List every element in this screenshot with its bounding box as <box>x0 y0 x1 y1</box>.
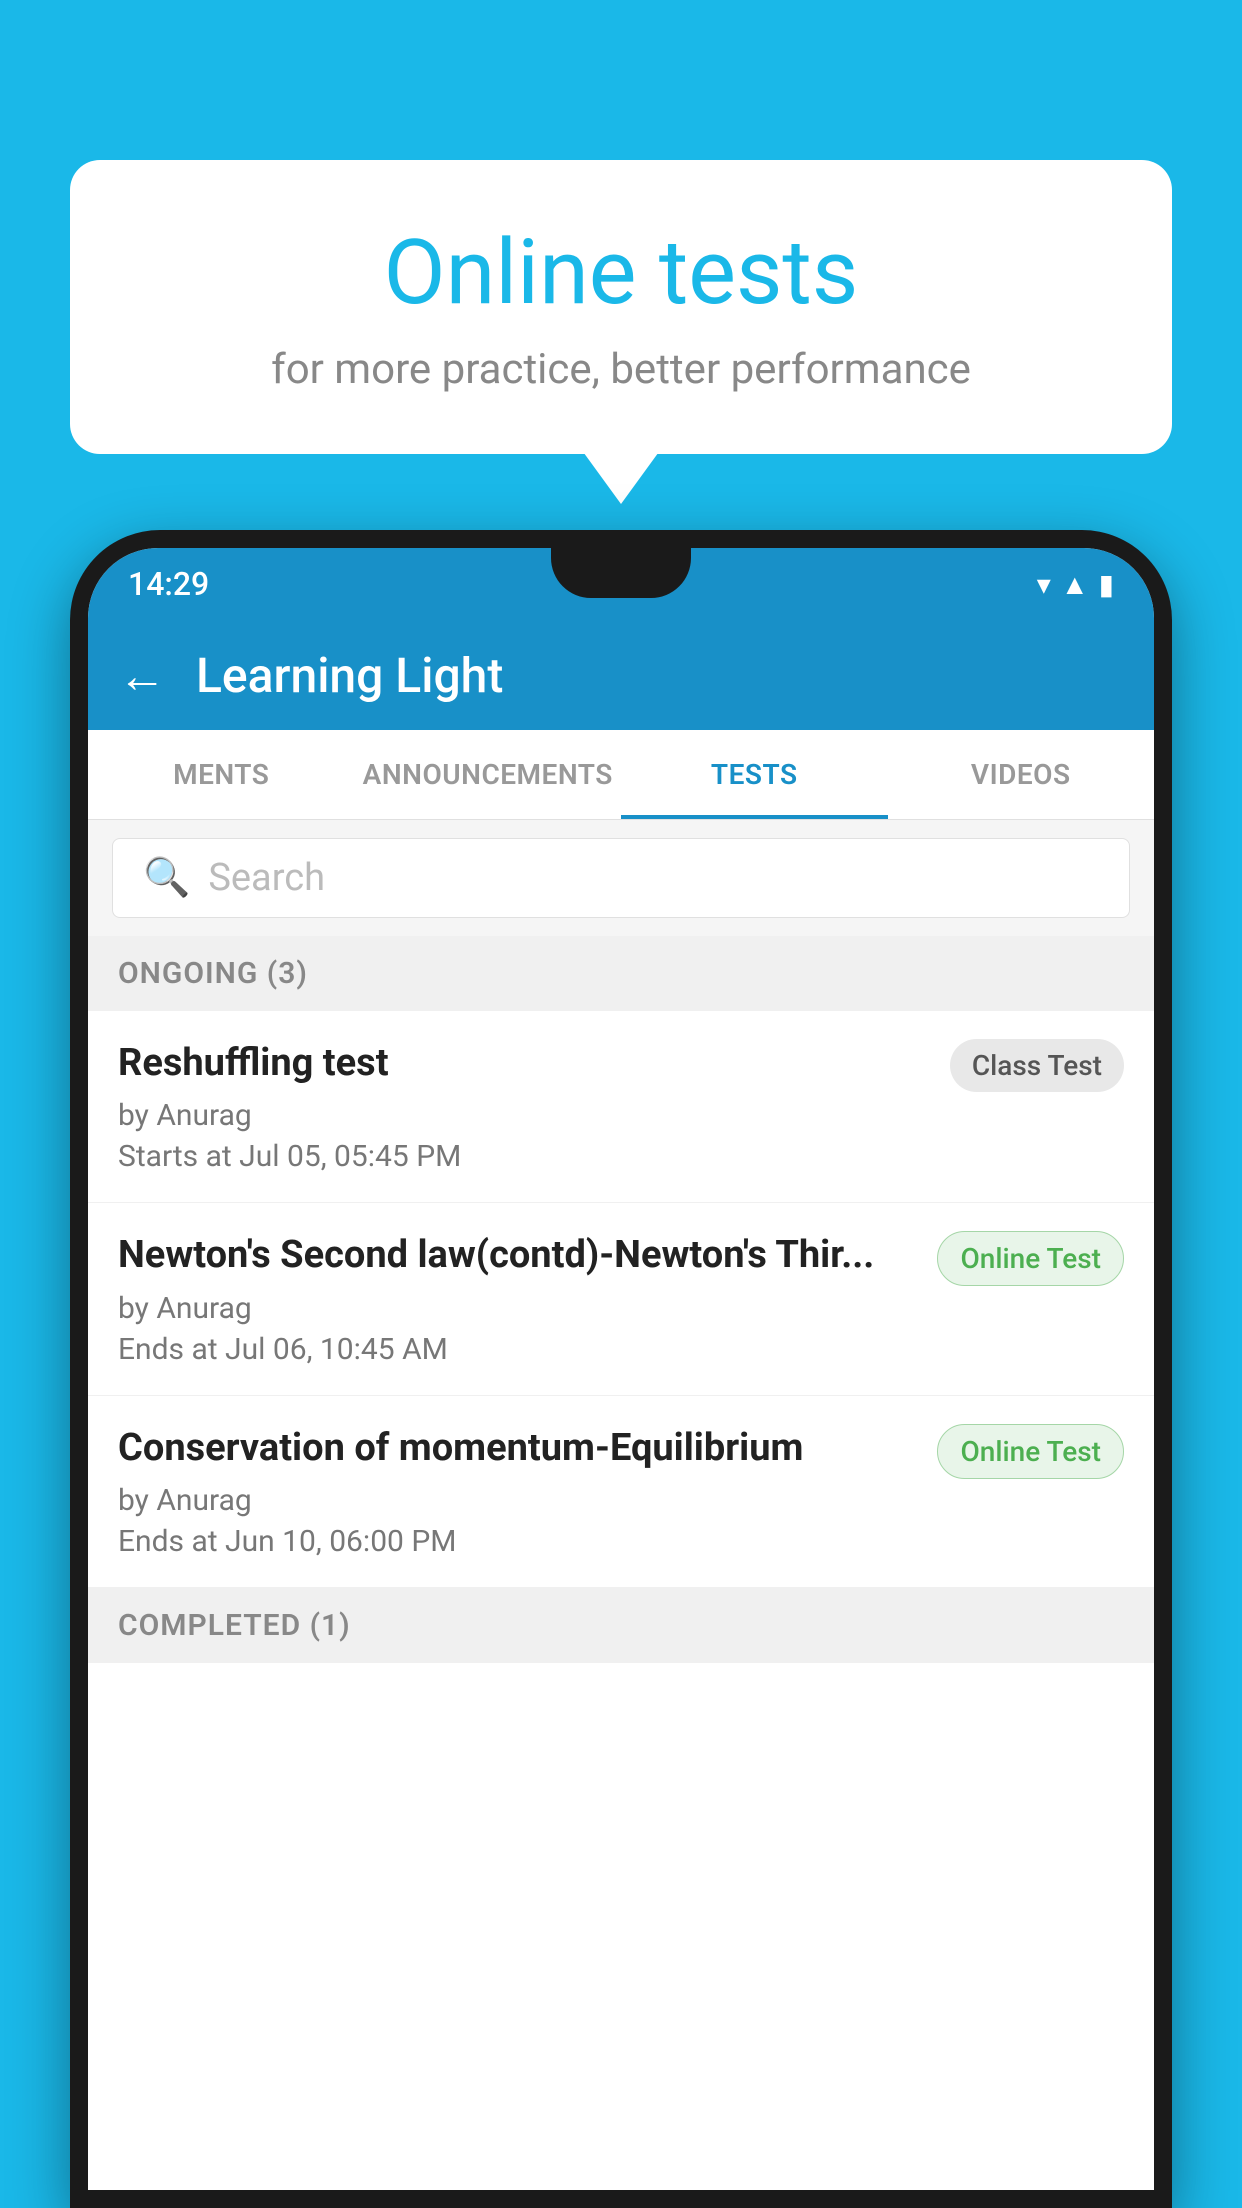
tab-videos[interactable]: VIDEOS <box>888 730 1155 819</box>
test-badge-online: Online Test <box>937 1231 1124 1286</box>
test-badge-class: Class Test <box>950 1039 1124 1092</box>
ongoing-section-header: ONGOING (3) <box>88 936 1154 1011</box>
tab-tests[interactable]: TESTS <box>621 730 888 819</box>
test-author: by Anurag <box>118 1483 917 1518</box>
search-placeholder: Search <box>208 856 325 900</box>
test-badge-online-2: Online Test <box>937 1424 1124 1479</box>
signal-icon: ▲ <box>1061 568 1089 601</box>
test-title: Reshuffling test <box>118 1039 930 1088</box>
test-date: Ends at Jun 10, 06:00 PM <box>118 1524 917 1559</box>
battery-icon: ▮ <box>1099 568 1114 601</box>
status-icons: ▾ ▲ ▮ <box>1037 568 1114 601</box>
tab-ments[interactable]: MENTS <box>88 730 355 819</box>
app-bar: ← Learning Light <box>88 620 1154 730</box>
status-bar: 14:29 ▾ ▲ ▮ <box>88 548 1154 620</box>
app-title: Learning Light <box>196 647 503 704</box>
test-item[interactable]: Reshuffling test by Anurag Starts at Jul… <box>88 1011 1154 1203</box>
search-bar[interactable]: 🔍 Search <box>112 838 1130 918</box>
bubble-title: Online tests <box>150 220 1092 325</box>
test-title: Newton's Second law(contd)-Newton's Thir… <box>118 1231 917 1280</box>
phone-screen: 14:29 ▾ ▲ ▮ ← Learning Light MENTS ANNOU… <box>88 548 1154 2190</box>
test-info: Conservation of momentum-Equilibrium by … <box>118 1424 917 1559</box>
search-icon: 🔍 <box>143 856 190 900</box>
test-author: by Anurag <box>118 1291 917 1326</box>
test-title: Conservation of momentum-Equilibrium <box>118 1424 917 1473</box>
bubble-subtitle: for more practice, better performance <box>150 345 1092 394</box>
status-time: 14:29 <box>128 565 209 603</box>
speech-bubble: Online tests for more practice, better p… <box>70 160 1172 454</box>
test-item[interactable]: Conservation of momentum-Equilibrium by … <box>88 1396 1154 1588</box>
test-item[interactable]: Newton's Second law(contd)-Newton's Thir… <box>88 1203 1154 1395</box>
test-author: by Anurag <box>118 1098 930 1133</box>
back-button[interactable]: ← <box>118 647 166 704</box>
speech-bubble-container: Online tests for more practice, better p… <box>70 160 1172 454</box>
tabs-bar: MENTS ANNOUNCEMENTS TESTS VIDEOS <box>88 730 1154 820</box>
test-date: Ends at Jul 06, 10:45 AM <box>118 1332 917 1367</box>
notch <box>551 548 691 598</box>
search-container: 🔍 Search <box>88 820 1154 936</box>
test-info: Newton's Second law(contd)-Newton's Thir… <box>118 1231 917 1366</box>
wifi-icon: ▾ <box>1037 568 1051 601</box>
phone-frame: 14:29 ▾ ▲ ▮ ← Learning Light MENTS ANNOU… <box>70 530 1172 2208</box>
test-list: Reshuffling test by Anurag Starts at Jul… <box>88 1011 1154 1588</box>
test-info: Reshuffling test by Anurag Starts at Jul… <box>118 1039 930 1174</box>
tab-announcements[interactable]: ANNOUNCEMENTS <box>355 730 622 819</box>
completed-section-header: COMPLETED (1) <box>88 1588 1154 1663</box>
test-date: Starts at Jul 05, 05:45 PM <box>118 1139 930 1174</box>
